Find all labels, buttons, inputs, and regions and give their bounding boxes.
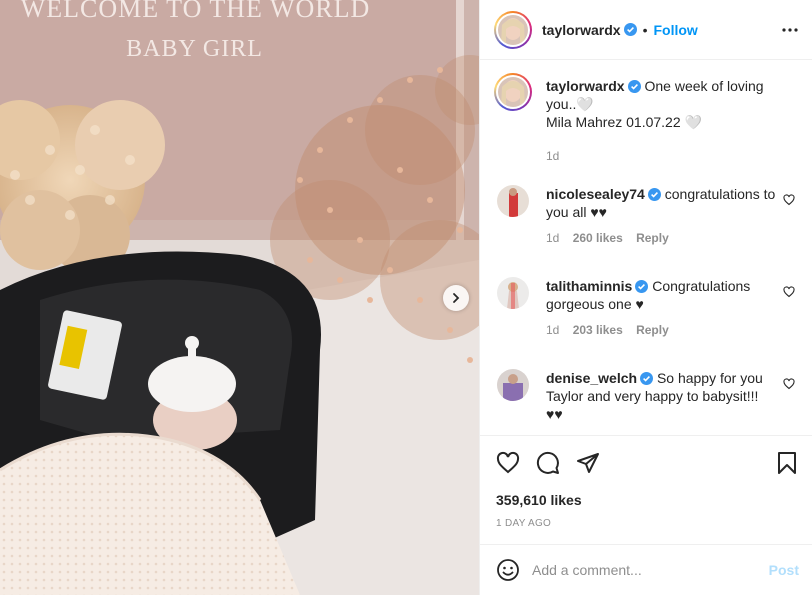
comment-text: congratulations to [664,186,776,202]
comment-username[interactable]: talithaminnis [546,278,632,294]
separator-dot: • [642,21,648,38]
verified-badge-icon [635,280,649,293]
like-comment-heart-icon[interactable] [783,286,795,298]
post-header: taylorwardx • Follow [480,0,812,60]
comment-text: So happy for you [656,370,763,386]
comment-time[interactable]: 1d [546,323,559,337]
comment-likes[interactable]: 203 likes [573,323,623,337]
reply-button[interactable]: Reply [636,323,669,337]
verified-badge-icon [623,23,637,36]
comment-item: denise_welch So happy for you Taylor and… [494,369,799,435]
photo-scene [0,0,479,595]
next-photo-button[interactable] [443,285,469,311]
caption-username[interactable]: taylorwardx [546,78,625,94]
comment-text-line2: Taylor and very happy to babysit!!! [546,388,759,404]
chevron-right-icon [453,293,460,303]
save-bookmark-icon[interactable] [776,451,798,475]
verified-badge-icon [647,188,661,201]
instagram-post: WELCOME TO THE WORLD BABY GIRL taylorwar… [0,0,812,595]
post-panel: taylorwardx • Follow taylorwardx One wee… [479,0,812,595]
commenter-avatar[interactable] [497,185,529,217]
comment-text-line2: you all ♥♥ [546,204,607,220]
verified-badge-icon [640,372,654,385]
caption-text-line3: Mila Mahrez 01.07.22 🤍 [546,114,702,130]
post-actions: 359,610 likes 1 DAY AGO [480,435,812,553]
like-comment-heart-icon[interactable] [783,378,795,390]
comment-text: Congratulations [652,278,751,294]
share-paper-plane-icon[interactable] [576,451,600,475]
commenter-avatar[interactable] [497,369,529,401]
comment-input[interactable] [532,562,752,578]
reply-button[interactable]: Reply [636,231,669,245]
comment-likes[interactable]: 260 likes [573,231,623,245]
caption-avatar [498,77,528,107]
emoji-smiley-icon[interactable] [496,558,520,582]
like-heart-icon[interactable] [496,451,520,475]
comment-item: talithaminnis Congratulations gorgeous o… [494,277,799,357]
comment-text-line2: gorgeous one ♥ [546,296,644,312]
more-options-icon[interactable] [781,21,799,39]
comments-section[interactable]: taylorwardx One week of loving you..🤍 Mi… [480,61,812,435]
comment-username[interactable]: denise_welch [546,370,637,386]
post-time-ago[interactable]: 1 DAY AGO [496,518,551,529]
commenter-avatar[interactable] [497,277,529,309]
verified-badge-icon [627,80,641,93]
comment-text-line3: ♥♥ [546,406,563,422]
author-avatar [498,14,528,45]
comment-username[interactable]: nicolesealey74 [546,186,645,202]
post-caption: taylorwardx One week of loving you..🤍 Mi… [494,73,799,163]
caption-avatar-ring[interactable] [494,73,532,111]
banner-text-line2: BABY GIRL [126,36,263,62]
add-comment-bar: Post [480,544,812,595]
comment-item: nicolesealey74 congratulations to you al… [494,185,799,265]
post-comment-button[interactable]: Post [769,562,799,578]
comment-time[interactable]: 1d [546,231,559,245]
banner-text-line1: WELCOME TO THE WORLD [20,0,371,23]
post-photo[interactable]: WELCOME TO THE WORLD BABY GIRL [0,0,479,595]
caption-text-line2: you..🤍 [546,96,594,112]
caption-time[interactable]: 1d [546,149,559,163]
comment-bubble-icon[interactable] [536,451,560,475]
author-avatar-ring[interactable] [494,10,532,49]
like-comment-heart-icon[interactable] [783,194,795,206]
likes-count[interactable]: 359,610 likes [496,492,582,508]
author-username[interactable]: taylorwardx [542,22,621,38]
caption-text-line1: One week of loving [644,78,764,94]
follow-button[interactable]: Follow [654,22,698,38]
